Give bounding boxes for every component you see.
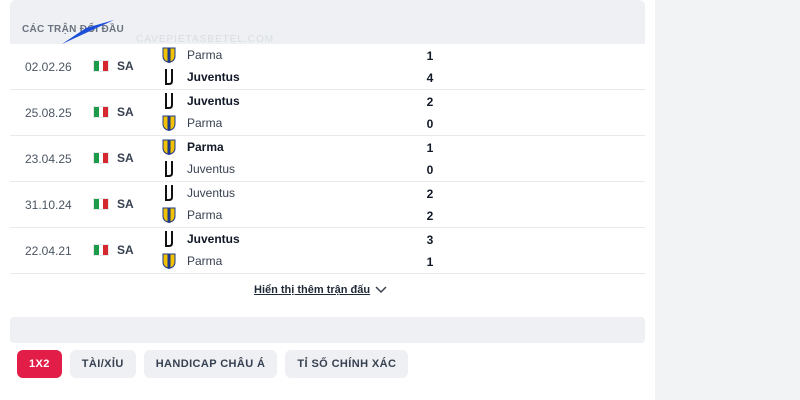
watermark-text: CAVEPIETASBETEL.COM xyxy=(136,34,275,44)
tab-4[interactable]: TỈ SỐ CHÍNH XÁC xyxy=(285,350,409,378)
competition-label: SA xyxy=(117,151,134,165)
team-home: Parma xyxy=(162,46,222,64)
competition-label: SA xyxy=(117,243,134,257)
parma-crest-icon xyxy=(162,47,176,63)
match-list: 02.02.26 SA Parma Juventus 1 4 25.08.25 SA Juven… xyxy=(10,44,645,274)
odds-tabs: 1X2 TÀI/XỈU HANDICAP CHÂU Á TỈ SỐ CHÍNH XÁC xyxy=(17,350,409,378)
match-date: 23.04.25 xyxy=(25,152,72,166)
team-name: Juventus xyxy=(187,94,240,108)
team-away: Parma xyxy=(162,252,222,270)
juventus-crest-icon xyxy=(162,161,176,177)
team-name: Juventus xyxy=(187,70,240,84)
competition-label: SA xyxy=(117,105,134,119)
match-row[interactable]: 25.08.25 SA Juventus Parma 2 0 xyxy=(10,90,645,136)
tab-3[interactable]: HANDICAP CHÂU Á xyxy=(143,350,278,378)
show-more-label: Hiển thị thêm trận đấu xyxy=(254,284,371,296)
team-name: Juventus xyxy=(187,162,236,176)
away-score: 1 xyxy=(426,255,434,269)
section-header: CÁC TRẬN ĐỐI ĐẦU CAVEPIETASBETEL.COM xyxy=(10,0,645,44)
away-score: 0 xyxy=(426,163,434,177)
odds-section-bar xyxy=(10,317,645,343)
home-score: 1 xyxy=(426,49,434,63)
team-name: Parma xyxy=(187,254,223,268)
italy-flag-icon xyxy=(93,60,109,72)
home-score: 1 xyxy=(426,141,434,155)
italy-flag-icon xyxy=(93,198,109,210)
home-score: 3 xyxy=(426,233,434,247)
parma-crest-icon xyxy=(162,207,176,223)
home-score: 2 xyxy=(426,187,434,201)
tab-2[interactable]: TÀI/XỈU xyxy=(69,350,136,378)
team-name: Juventus xyxy=(187,232,240,246)
match-date: 22.04.21 xyxy=(25,244,72,258)
home-score: 2 xyxy=(426,95,434,109)
match-row[interactable]: 02.02.26 SA Parma Juventus 1 4 xyxy=(10,44,645,90)
match-date: 31.10.24 xyxy=(25,198,72,212)
chevron-down-icon xyxy=(375,286,387,294)
competition-label: SA xyxy=(117,59,134,73)
parma-crest-icon xyxy=(162,253,176,269)
juventus-crest-icon xyxy=(162,231,176,247)
team-name: Juventus xyxy=(187,186,236,200)
team-home: Juventus xyxy=(162,184,235,202)
away-score: 4 xyxy=(426,71,434,85)
match-row[interactable]: 22.04.21 SA Juventus Parma 3 1 xyxy=(10,228,645,274)
italy-flag-icon xyxy=(93,152,109,164)
team-home: Juventus xyxy=(162,92,240,110)
juventus-crest-icon xyxy=(162,69,176,85)
parma-crest-icon xyxy=(162,139,176,155)
team-away: Juventus xyxy=(162,68,240,86)
team-name: Parma xyxy=(187,116,223,130)
team-home: Parma xyxy=(162,138,224,156)
italy-flag-icon xyxy=(93,244,109,256)
match-date: 02.02.26 xyxy=(25,60,72,74)
italy-flag-icon xyxy=(93,106,109,118)
tab-1[interactable]: 1X2 xyxy=(17,350,62,378)
team-away: Juventus xyxy=(162,160,235,178)
away-score: 2 xyxy=(426,209,434,223)
team-name: Parma xyxy=(187,140,224,154)
team-home: Juventus xyxy=(162,230,240,248)
team-away: Parma xyxy=(162,114,222,132)
juventus-crest-icon xyxy=(162,185,176,201)
match-row[interactable]: 23.04.25 SA Parma Juventus 1 0 xyxy=(10,136,645,182)
match-date: 25.08.25 xyxy=(25,106,72,120)
away-score: 0 xyxy=(426,117,434,131)
team-name: Parma xyxy=(187,208,223,222)
right-side-panel xyxy=(655,0,800,400)
match-row[interactable]: 31.10.24 SA Juventus Parma 2 2 xyxy=(10,182,645,228)
team-name: Parma xyxy=(187,48,223,62)
juventus-crest-icon xyxy=(162,93,176,109)
competition-label: SA xyxy=(117,197,134,211)
watermark-arrow-icon xyxy=(62,20,114,44)
show-more-link[interactable]: Hiển thị thêm trận đấu xyxy=(254,284,387,296)
team-away: Parma xyxy=(162,206,222,224)
parma-crest-icon xyxy=(162,115,176,131)
